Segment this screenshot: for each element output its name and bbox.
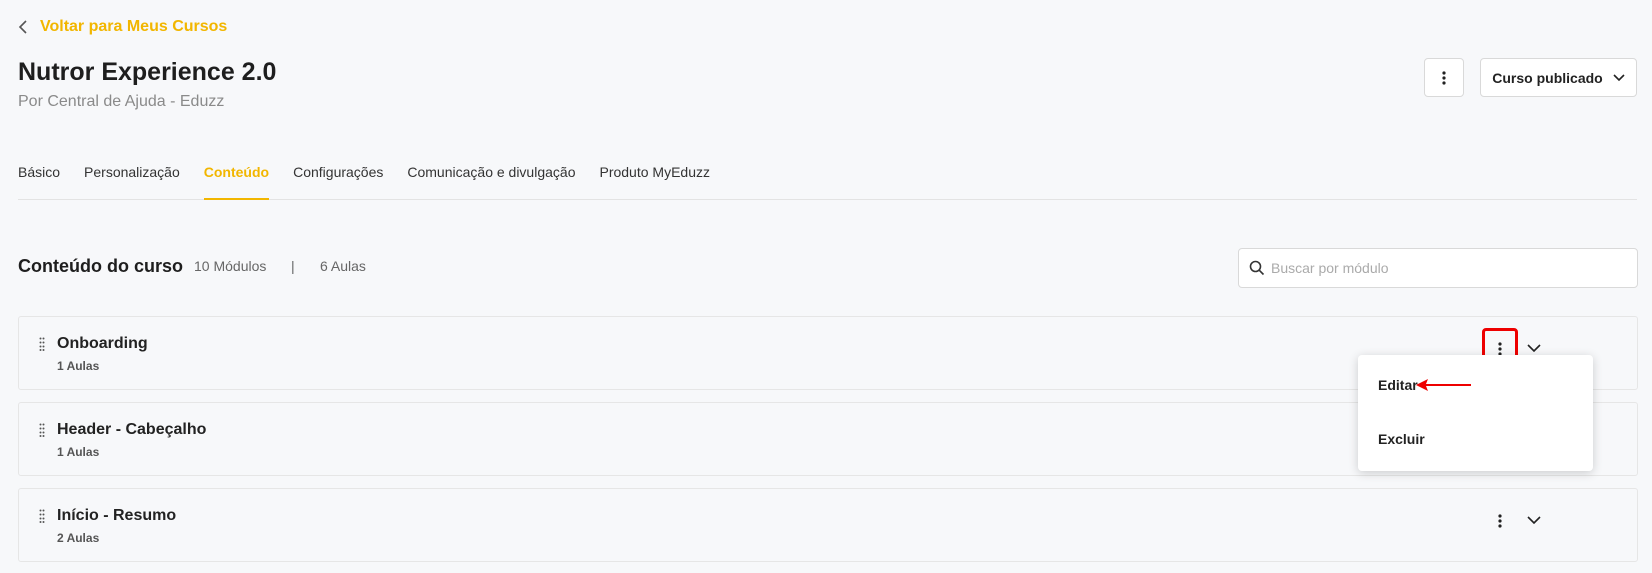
tab-conteudo[interactable]: Conteúdo	[203, 160, 270, 200]
drag-handle-icon[interactable]	[39, 423, 45, 437]
tab-configuracoes[interactable]: Configurações	[293, 160, 383, 200]
back-link[interactable]: Voltar para Meus Cursos	[18, 18, 227, 36]
module-lessons: 1 Aulas	[57, 359, 100, 373]
section-title: Conteúdo do curso	[18, 256, 183, 276]
more-vertical-icon	[1498, 342, 1502, 356]
module-name: Início - Resumo	[57, 507, 177, 524]
course-status-label: Curso publicado	[1492, 69, 1603, 86]
course-tabs: Básico Personalização Conteúdo Configura…	[18, 160, 1637, 200]
module-row[interactable]: Início - Resumo 2 Aulas	[18, 488, 1638, 562]
search-input[interactable]	[1271, 260, 1631, 276]
tab-personalizacao[interactable]: Personalização	[84, 160, 180, 200]
menu-item-delete[interactable]: Excluir	[1378, 431, 1425, 447]
module-expand-button[interactable]	[1519, 505, 1549, 535]
module-options-menu: Editar Excluir	[1358, 355, 1593, 471]
module-options-button[interactable]	[1485, 503, 1515, 539]
chevron-down-icon	[1613, 73, 1625, 81]
chevron-down-icon	[1527, 516, 1541, 524]
annotation-arrow-icon	[1416, 379, 1471, 391]
chevron-down-icon	[1527, 344, 1541, 352]
module-name: Onboarding	[57, 335, 148, 352]
course-author: Por Central de Ajuda - Eduzz	[18, 93, 225, 110]
modules-count: 10 Módulos	[194, 258, 267, 274]
search-icon	[1249, 260, 1265, 276]
search-box	[1238, 248, 1638, 288]
menu-item-edit[interactable]: Editar	[1378, 377, 1418, 393]
more-vertical-icon	[1442, 70, 1446, 85]
module-lessons: 2 Aulas	[57, 531, 100, 545]
chevron-left-icon	[18, 20, 27, 34]
module-name: Header - Cabeçalho	[57, 421, 207, 438]
back-link-label: Voltar para Meus Cursos	[40, 18, 228, 35]
tab-basico[interactable]: Básico	[18, 160, 60, 200]
drag-handle-icon[interactable]	[39, 509, 45, 523]
more-vertical-icon	[1498, 514, 1502, 528]
tab-comunicacao[interactable]: Comunicação e divulgação	[407, 160, 575, 200]
count-separator: |	[291, 258, 295, 274]
course-options-button[interactable]	[1424, 58, 1464, 97]
lessons-count: 6 Aulas	[320, 258, 366, 274]
tab-produto-myeduzz[interactable]: Produto MyEduzz	[599, 160, 710, 200]
course-title: Nutror Experience 2.0	[18, 58, 277, 86]
module-lessons: 1 Aulas	[57, 445, 100, 459]
course-status-dropdown[interactable]: Curso publicado	[1480, 58, 1637, 97]
drag-handle-icon[interactable]	[39, 337, 45, 351]
